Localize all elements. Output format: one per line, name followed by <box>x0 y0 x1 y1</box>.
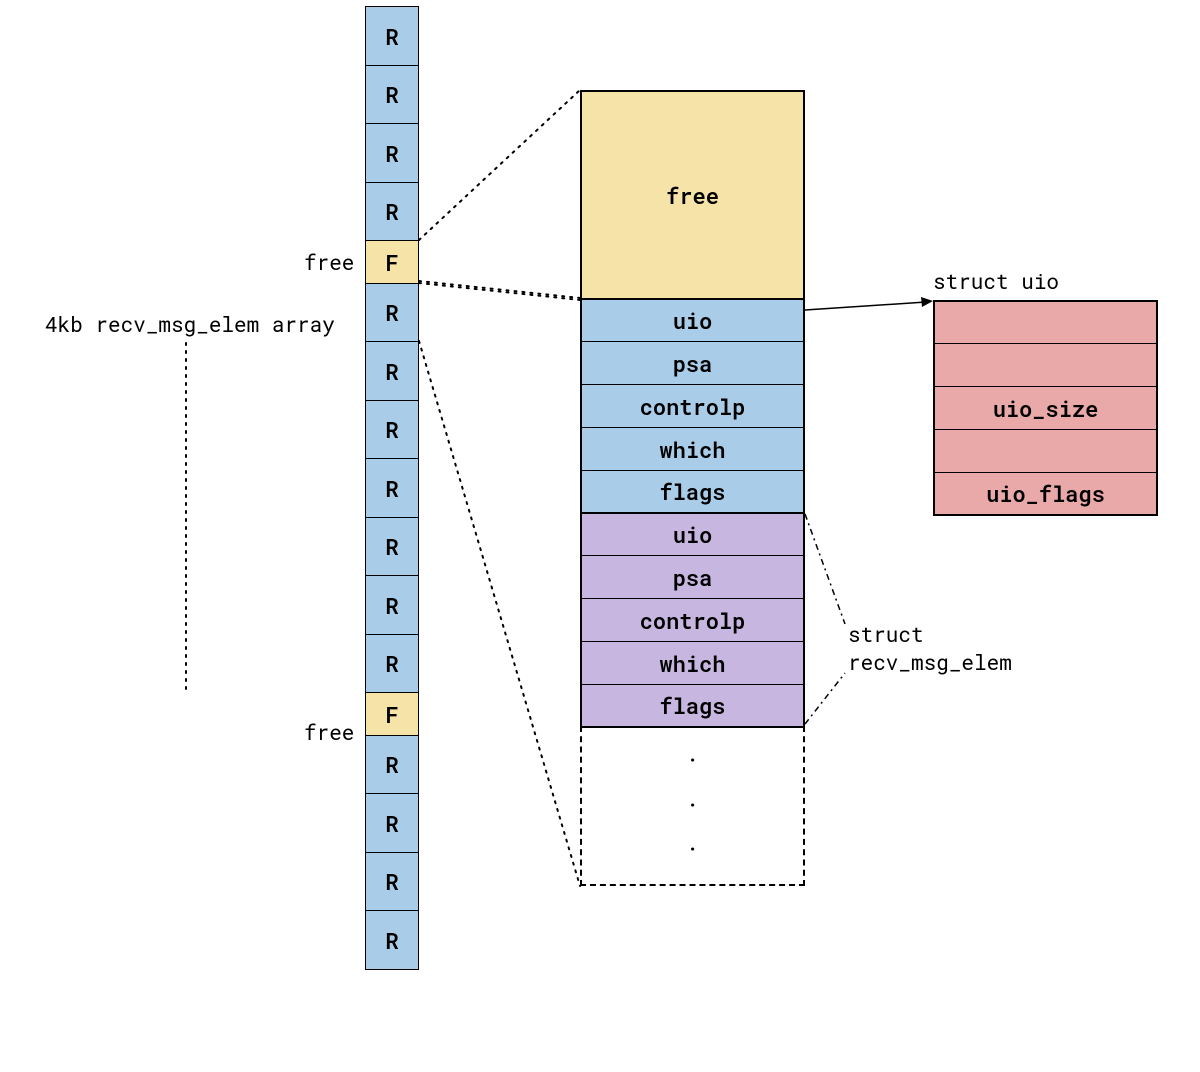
connector-lines <box>0 0 1200 1072</box>
